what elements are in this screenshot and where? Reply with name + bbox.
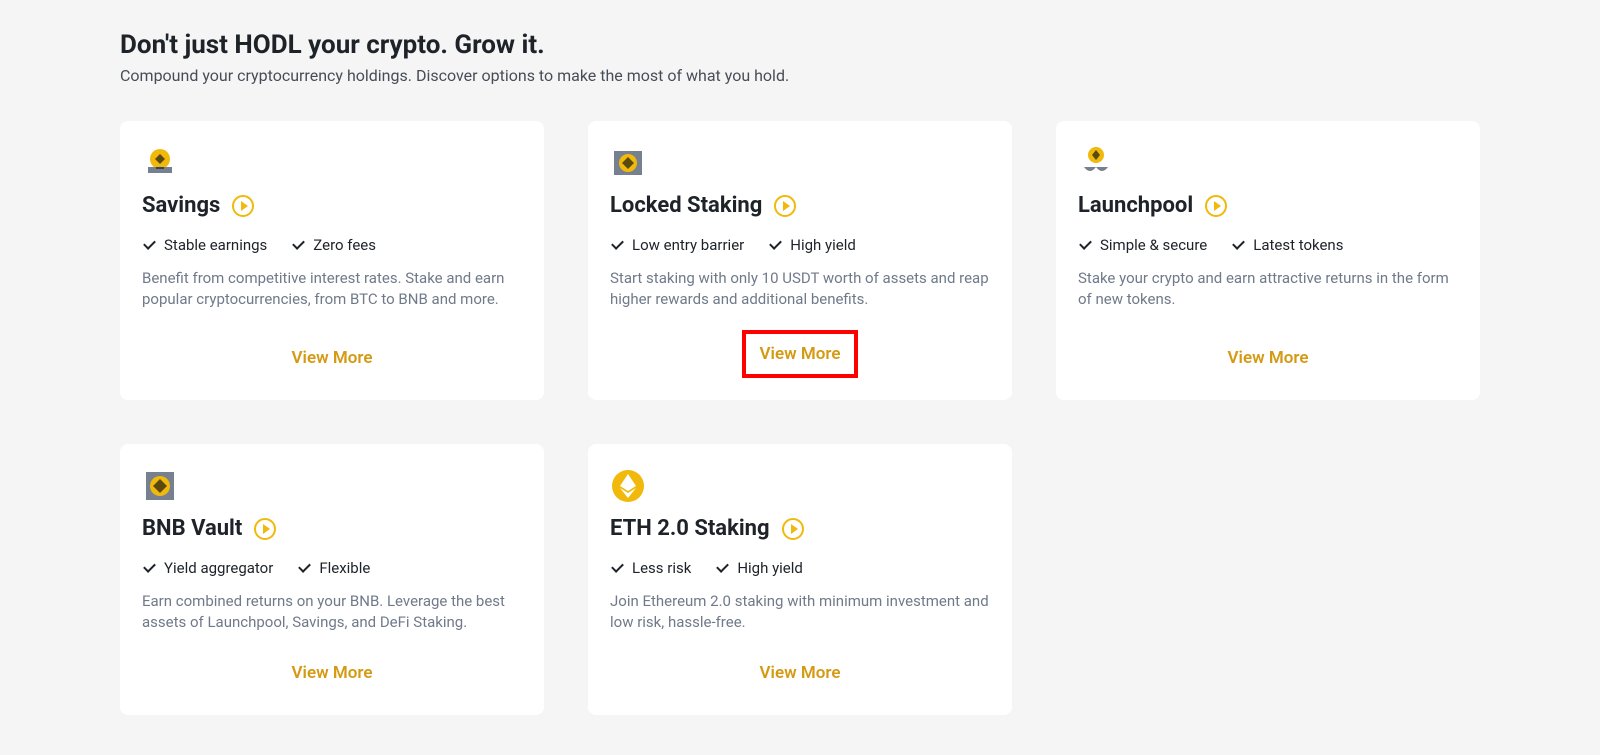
view-more-button[interactable]: View More <box>278 338 387 378</box>
card-title-row: Launchpool <box>1078 193 1458 218</box>
check-icon <box>610 561 624 575</box>
feature-label: High yield <box>737 559 803 577</box>
check-icon <box>291 238 305 252</box>
check-icon <box>297 561 311 575</box>
page-header: Don't just HODL your crypto. Grow it. <box>120 30 1480 60</box>
card-locked-staking: Locked Staking Low entry barrier High yi… <box>588 121 1012 400</box>
feature-label: Simple & secure <box>1100 236 1207 254</box>
feature-item: Latest tokens <box>1231 236 1343 254</box>
feature-item: High yield <box>715 559 803 577</box>
card-description: Join Ethereum 2.0 staking with minimum i… <box>610 591 990 633</box>
play-circle-icon[interactable] <box>774 195 796 217</box>
card-description: Start staking with only 10 USDT worth of… <box>610 268 990 310</box>
check-icon <box>768 238 782 252</box>
feature-item: Stable earnings <box>142 236 267 254</box>
card-savings: Savings Stable earnings Zero fees Benefi… <box>120 121 544 400</box>
check-icon <box>142 238 156 252</box>
card-title: ETH 2.0 Staking <box>610 516 770 541</box>
play-circle-icon[interactable] <box>254 518 276 540</box>
feature-item: Zero fees <box>291 236 376 254</box>
view-more-button[interactable]: View More <box>1214 338 1323 378</box>
page-subtitle: Compound your cryptocurrency holdings. D… <box>120 66 1480 85</box>
card-eth2-staking: ETH 2.0 Staking Less risk High yield Joi… <box>588 444 1012 715</box>
launchpool-icon <box>1078 145 1114 181</box>
card-description: Benefit from competitive interest rates.… <box>142 268 522 318</box>
card-title: BNB Vault <box>142 516 242 541</box>
card-bnb-vault: BNB Vault Yield aggregator Flexible Earn… <box>120 444 544 715</box>
feature-list: Yield aggregator Flexible <box>142 559 522 577</box>
play-circle-icon[interactable] <box>232 195 254 217</box>
feature-item: Low entry barrier <box>610 236 744 254</box>
feature-list: Stable earnings Zero fees <box>142 236 522 254</box>
card-launchpool: Launchpool Simple & secure Latest tokens… <box>1056 121 1480 400</box>
feature-list: Simple & secure Latest tokens <box>1078 236 1458 254</box>
feature-item: Flexible <box>297 559 370 577</box>
card-title-row: Locked Staking <box>610 193 990 218</box>
card-title-row: BNB Vault <box>142 516 522 541</box>
feature-label: Low entry barrier <box>632 236 744 254</box>
feature-label: Stable earnings <box>164 236 267 254</box>
locked-staking-icon <box>610 145 646 181</box>
savings-icon <box>142 145 178 181</box>
eth2-staking-icon <box>610 468 646 504</box>
card-title: Locked Staking <box>610 193 762 218</box>
check-icon <box>1231 238 1245 252</box>
feature-label: Latest tokens <box>1253 236 1343 254</box>
play-circle-icon[interactable] <box>782 518 804 540</box>
feature-list: Low entry barrier High yield <box>610 236 990 254</box>
check-icon <box>715 561 729 575</box>
feature-list: Less risk High yield <box>610 559 990 577</box>
card-description: Earn combined returns on your BNB. Lever… <box>142 591 522 633</box>
feature-label: Flexible <box>319 559 370 577</box>
page-title: Don't just HODL your crypto. Grow it. <box>120 30 1480 60</box>
feature-item: Simple & secure <box>1078 236 1207 254</box>
feature-item: Less risk <box>610 559 691 577</box>
feature-label: High yield <box>790 236 856 254</box>
card-title-row: Savings <box>142 193 522 218</box>
view-more-button[interactable]: View More <box>278 653 387 693</box>
play-circle-icon[interactable] <box>1205 195 1227 217</box>
check-icon <box>1078 238 1092 252</box>
card-title: Launchpool <box>1078 193 1193 218</box>
bnb-vault-icon <box>142 468 178 504</box>
card-description: Stake your crypto and earn attractive re… <box>1078 268 1458 318</box>
check-icon <box>610 238 624 252</box>
view-more-button[interactable]: View More <box>742 330 859 378</box>
cards-grid: Savings Stable earnings Zero fees Benefi… <box>120 121 1480 715</box>
feature-label: Yield aggregator <box>164 559 273 577</box>
card-title-row: ETH 2.0 Staking <box>610 516 990 541</box>
check-icon <box>142 561 156 575</box>
card-title: Savings <box>142 193 220 218</box>
feature-label: Less risk <box>632 559 691 577</box>
feature-item: Yield aggregator <box>142 559 273 577</box>
feature-item: High yield <box>768 236 856 254</box>
feature-label: Zero fees <box>313 236 376 254</box>
view-more-button[interactable]: View More <box>746 653 855 693</box>
